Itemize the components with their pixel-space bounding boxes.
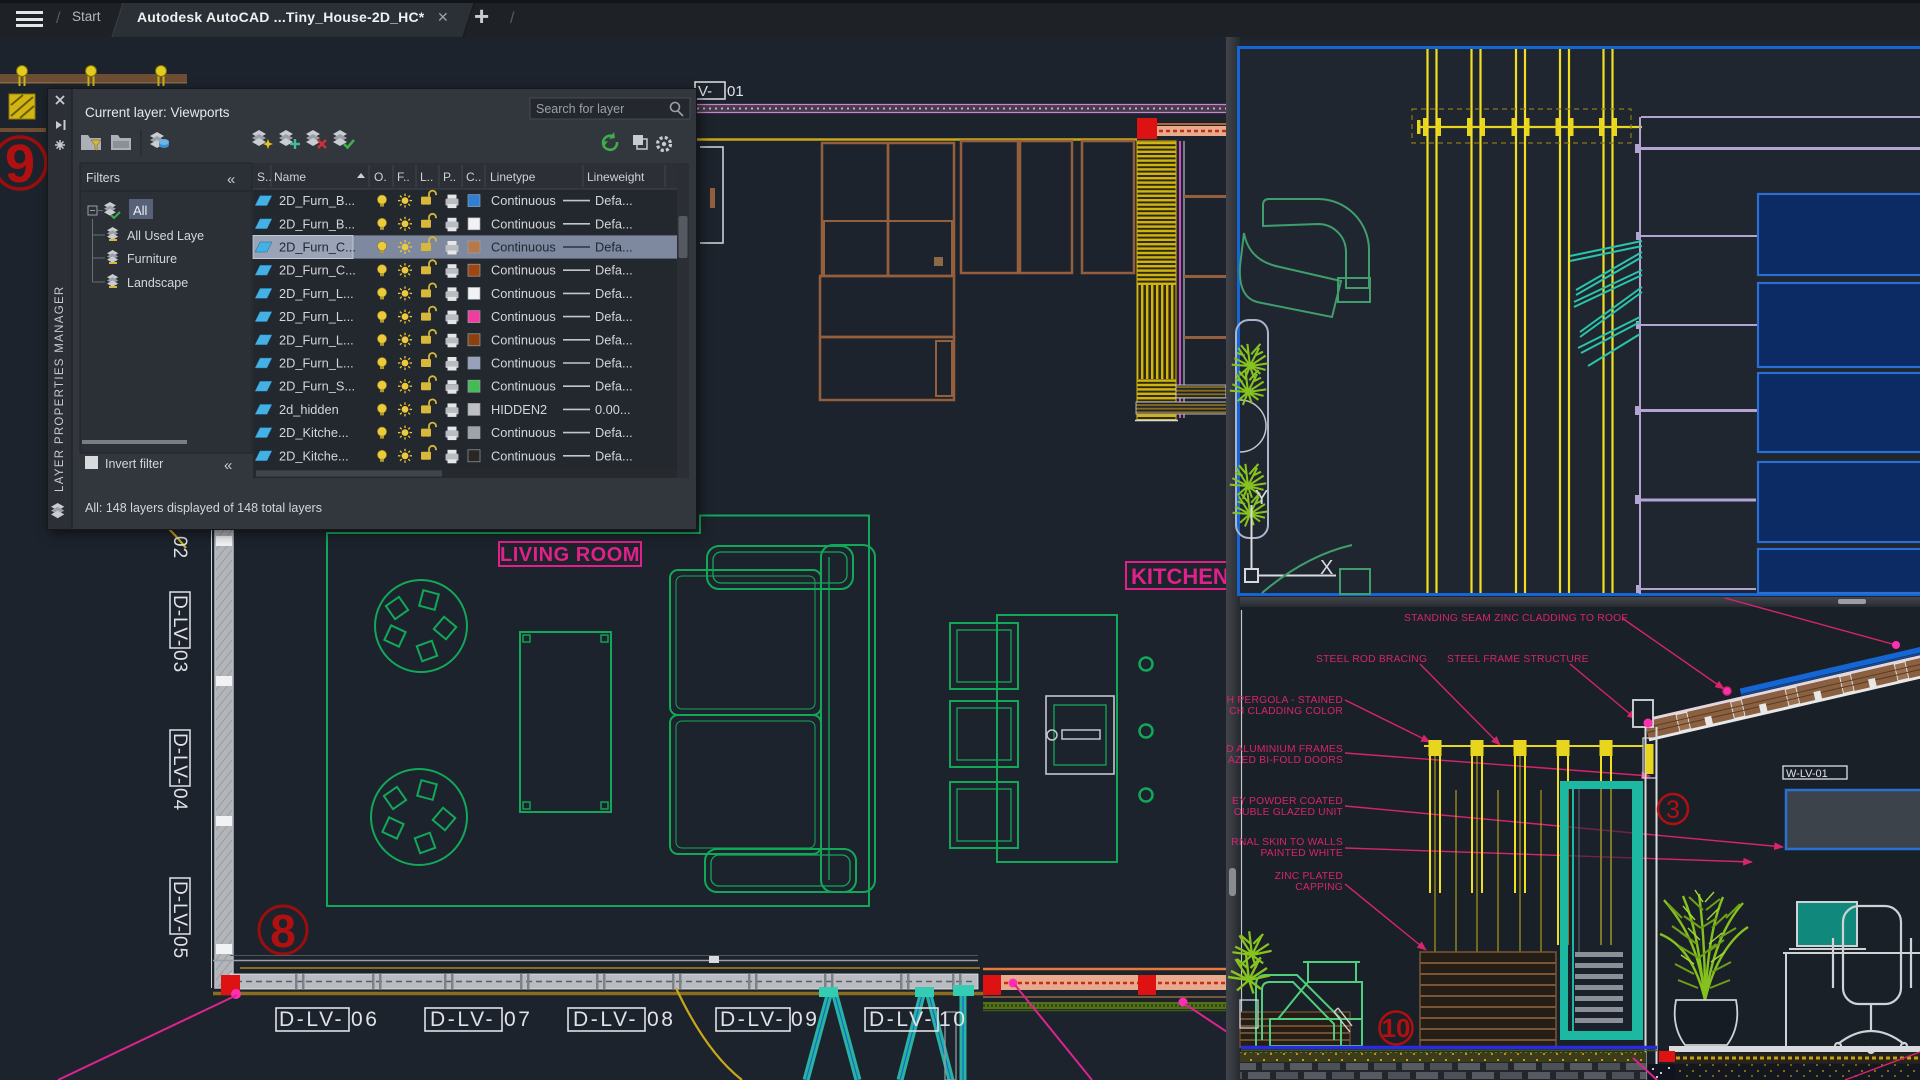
svg-text:P..: P..	[443, 170, 456, 184]
svg-text:Defa...: Defa...	[595, 309, 633, 324]
svg-text:Furniture: Furniture	[127, 252, 177, 266]
svg-text:Defa...: Defa...	[595, 263, 633, 278]
svg-text:All Used Laye: All Used Laye	[127, 229, 204, 243]
svg-text:Continuous: Continuous	[491, 240, 556, 255]
svg-text:Defa...: Defa...	[595, 356, 633, 371]
svg-text:2D_Furn_L...: 2D_Furn_L...	[279, 309, 354, 324]
svg-text:Defa...: Defa...	[595, 425, 633, 440]
svg-text:«: «	[227, 171, 235, 188]
svg-text:0.00...: 0.00...	[595, 402, 631, 417]
svg-text:Continuous: Continuous	[491, 425, 556, 440]
svg-text:Continuous: Continuous	[491, 216, 556, 231]
svg-text:2D_Furn_L...: 2D_Furn_L...	[279, 356, 354, 371]
svg-text:LAYER PROPERTIES MANAGER: LAYER PROPERTIES MANAGER	[54, 285, 66, 492]
svg-text:Continuous: Continuous	[491, 448, 556, 463]
svg-text:Continuous: Continuous	[491, 263, 556, 278]
svg-text:Continuous: Continuous	[491, 286, 556, 301]
svg-text:2D_Furn_B...: 2D_Furn_B...	[279, 193, 355, 208]
svg-text:S..: S..	[257, 170, 272, 184]
svg-text:2D_Furn_C...: 2D_Furn_C...	[279, 263, 356, 278]
svg-text:Name: Name	[274, 170, 306, 184]
svg-text:C..: C..	[466, 170, 481, 184]
svg-text:Landscape: Landscape	[127, 276, 188, 290]
svg-text:Continuous: Continuous	[491, 309, 556, 324]
svg-text:Continuous: Continuous	[491, 193, 556, 208]
svg-text:All: 148 layers displayed of 1: All: 148 layers displayed of 148 total l…	[85, 501, 322, 515]
svg-text:Current layer: Viewports: Current layer: Viewports	[85, 105, 230, 120]
svg-text:Linetype: Linetype	[490, 170, 536, 184]
svg-text:«: «	[224, 457, 232, 474]
svg-text:HIDDEN2: HIDDEN2	[491, 402, 547, 417]
svg-text:Defa...: Defa...	[595, 379, 633, 394]
svg-text:Defa...: Defa...	[595, 332, 633, 347]
svg-text:2D_Furn_L...: 2D_Furn_L...	[279, 332, 354, 347]
svg-text:All: All	[133, 203, 148, 218]
svg-text:2d_hidden: 2d_hidden	[279, 402, 339, 417]
svg-text:Continuous: Continuous	[491, 356, 556, 371]
svg-text:2D_Furn_C...: 2D_Furn_C...	[279, 240, 356, 255]
svg-text:Defa...: Defa...	[595, 193, 633, 208]
svg-text:F..: F..	[397, 170, 410, 184]
svg-text:Defa...: Defa...	[595, 216, 633, 231]
svg-text:Continuous: Continuous	[491, 332, 556, 347]
svg-text:Lineweight: Lineweight	[587, 170, 645, 184]
svg-text:2D_Furn_L...: 2D_Furn_L...	[279, 286, 354, 301]
svg-text:Continuous: Continuous	[491, 379, 556, 394]
svg-text:Filters: Filters	[86, 171, 120, 185]
svg-text:O.: O.	[374, 170, 387, 184]
svg-text:2D_Furn_B...: 2D_Furn_B...	[279, 216, 355, 231]
svg-text:2D_Kitche...: 2D_Kitche...	[279, 425, 349, 440]
svg-text:Search for layer: Search for layer	[536, 102, 624, 116]
svg-text:Defa...: Defa...	[595, 240, 633, 255]
svg-text:2D_Kitche...: 2D_Kitche...	[279, 448, 349, 463]
svg-text:L..: L..	[420, 170, 433, 184]
svg-text:Defa...: Defa...	[595, 286, 633, 301]
svg-text:2D_Furn_S...: 2D_Furn_S...	[279, 379, 355, 394]
svg-text:Defa...: Defa...	[595, 448, 633, 463]
svg-text:Invert filter: Invert filter	[105, 457, 163, 471]
